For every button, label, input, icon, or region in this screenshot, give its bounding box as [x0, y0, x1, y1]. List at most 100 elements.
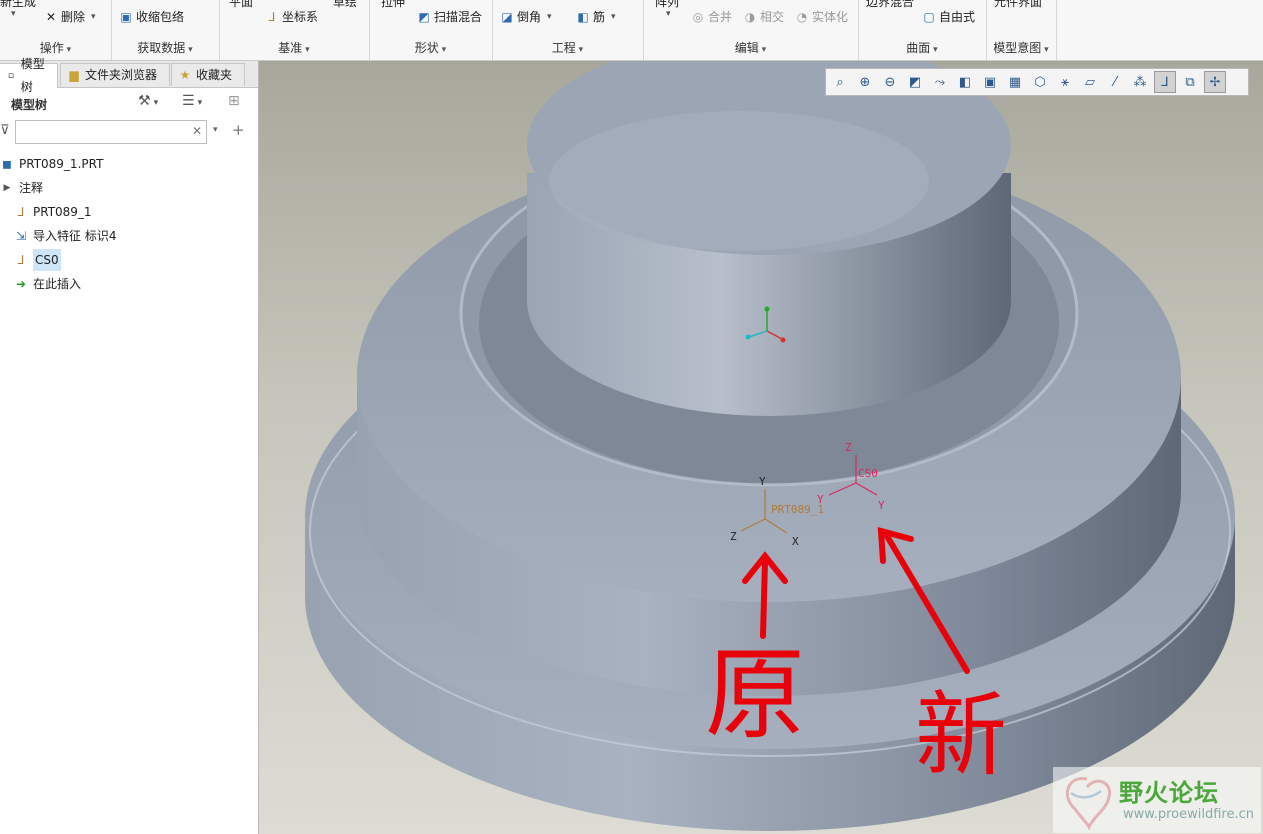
- group-datum: 平面 草绘 ⅃ 坐标系 基准: [219, 0, 370, 60]
- csys-display-icon[interactable]: ⅃: [1154, 71, 1176, 93]
- annotation-new: 新: [915, 682, 1007, 789]
- group-label-shapes[interactable]: 形状: [369, 39, 492, 56]
- point-display-icon[interactable]: ⁂: [1129, 71, 1151, 93]
- zoom-in-icon[interactable]: ⊕: [854, 71, 876, 93]
- tree-filter-input[interactable]: [15, 120, 207, 144]
- clear-filter-icon[interactable]: ✕: [192, 124, 202, 138]
- merge-button[interactable]: ◎ 合并: [691, 8, 732, 25]
- perspective-icon[interactable]: ⬡: [1029, 71, 1051, 93]
- merge-label: 合并: [708, 10, 733, 24]
- tab-favorites[interactable]: ★ 收藏夹: [171, 63, 245, 86]
- tree-node-csys-prt[interactable]: ⅃ PRT089_1: [14, 201, 92, 223]
- sweep-blend-label: 扫描混合: [434, 10, 483, 24]
- reorient-icon[interactable]: ⤳: [929, 71, 951, 93]
- tree-node-label: PRT089_1.PRT: [19, 157, 104, 171]
- filter-dropdown-icon[interactable]: ▾: [213, 125, 218, 135]
- expand-arrow-icon[interactable]: ▶: [0, 181, 14, 195]
- csys-new-x-label: Y: [817, 493, 824, 506]
- spin-center-icon[interactable]: ✢: [1204, 71, 1226, 93]
- sweep-blend-button[interactable]: ◩ 扫描混合: [417, 8, 482, 25]
- coordinate-system-label: 坐标系: [282, 10, 319, 24]
- tree-node-insert-here[interactable]: ➜ 在此插入: [14, 273, 81, 295]
- model-3d-view[interactable]: PRT089_1 Y X Z CS0 Z Y Y 原 新: [259, 61, 1263, 834]
- annotation-original: 原: [705, 636, 805, 753]
- import-feature-icon: ⇲: [15, 229, 27, 243]
- group-label-engineering[interactable]: 工程: [492, 39, 643, 56]
- group-operations: 新生成 ▾ ✕ 删除 ▾ 操作: [0, 0, 112, 60]
- tree-node-label: 在此插入: [33, 277, 82, 291]
- group-shapes: 拉伸 ◩ 扫描混合 形状: [369, 0, 493, 60]
- shrinkwrap-icon: ▣: [120, 9, 132, 24]
- merge-icon: ◎: [692, 9, 704, 24]
- zoom-out-icon[interactable]: ⊖: [879, 71, 901, 93]
- list-icon: ☰: [182, 93, 195, 109]
- tree-node-annotations[interactable]: ▶ 注释: [0, 177, 43, 199]
- tree-show-button[interactable]: ☰ ▾: [182, 93, 202, 109]
- sweep-blend-icon: ◩: [418, 9, 430, 24]
- pattern-dropdown[interactable]: ▾: [663, 9, 671, 19]
- csys-original-x-label: X: [792, 535, 799, 548]
- tab-folder-browser[interactable]: ▆ 文件夹浏览器: [60, 63, 170, 86]
- rib-icon: ◧: [577, 9, 589, 24]
- folder-icon: ▆: [69, 68, 79, 82]
- delete-button[interactable]: ✕ 删除 ▾: [44, 8, 96, 25]
- watermark-name: 野火论坛: [1119, 779, 1219, 807]
- saved-views-icon[interactable]: ▣: [979, 71, 1001, 93]
- repaint-icon[interactable]: ◩: [904, 71, 926, 93]
- chamfer-button[interactable]: ◪ 倒角 ▾: [500, 8, 551, 25]
- view-manager-icon[interactable]: ▦: [1004, 71, 1026, 93]
- solidify-button[interactable]: ◔ 实体化: [795, 8, 848, 25]
- tree-node-cs0[interactable]: ⅃ CS0: [14, 249, 61, 271]
- group-label-model-intent[interactable]: 模型意图: [986, 39, 1056, 56]
- tree-node-import-feature[interactable]: ⇲ 导入特征 标识4: [14, 225, 116, 247]
- tree-icon: ▫: [7, 71, 14, 81]
- tab-favorites-label: 收藏夹: [196, 67, 233, 82]
- coordinate-system-button[interactable]: ⅃ 坐标系: [265, 8, 318, 25]
- grid-icon: ⊞: [228, 93, 240, 109]
- group-label-operations[interactable]: 操作: [0, 39, 111, 56]
- tree-node-label: CS0: [33, 249, 61, 271]
- tree-node-part[interactable]: ◼ PRT089_1.PRT: [0, 153, 103, 175]
- csys-new-z-label: Z: [845, 441, 852, 454]
- display-style-icon[interactable]: ◧: [954, 71, 976, 93]
- plane-button[interactable]: 平面: [229, 0, 253, 10]
- tree-node-label: 注释: [19, 181, 44, 195]
- tree-header: 模型树 ⚒ ▾ ☰ ▾ ⊞: [0, 89, 258, 117]
- part-icon: ◼: [2, 157, 12, 171]
- panel-tabs: ▫ 模型树 ▆ 文件夹浏览器 ★ 收藏夹: [0, 57, 258, 94]
- datum-display-icon[interactable]: ⚹: [1054, 71, 1076, 93]
- watermark-logo-icon: [1065, 777, 1112, 831]
- group-label-editing[interactable]: 编辑: [643, 39, 858, 56]
- shrinkwrap-button[interactable]: ▣ 收缩包络: [119, 8, 184, 25]
- freestyle-button[interactable]: ▢ 自由式: [922, 8, 975, 25]
- rib-label: 筋: [593, 10, 606, 24]
- component-interface-button[interactable]: 元件界面: [994, 0, 1042, 10]
- tree-settings-button[interactable]: ⚒ ▾: [138, 93, 158, 109]
- add-filter-icon[interactable]: +: [232, 121, 245, 139]
- group-label-datum[interactable]: 基准: [219, 39, 369, 56]
- group-label-surfaces[interactable]: 曲面: [858, 39, 986, 56]
- rib-button[interactable]: ◧ 筋 ▾: [576, 8, 615, 25]
- plane-display-icon[interactable]: ▱: [1079, 71, 1101, 93]
- watermark-url: www.proewildfire.cn: [1123, 807, 1254, 822]
- annotation-display-icon[interactable]: ⧉: [1179, 71, 1201, 93]
- refit-icon[interactable]: ⌕: [829, 71, 851, 93]
- extrude-button[interactable]: 拉伸: [381, 0, 405, 10]
- tools-icon: ⚒: [138, 93, 151, 109]
- boundary-blend-button[interactable]: 边界混合: [866, 0, 914, 10]
- tree-filter-settings-button[interactable]: ⊞: [228, 93, 240, 109]
- regenerate-dropdown[interactable]: ▾: [8, 9, 16, 19]
- watermark: 野火论坛 www.proewildfire.cn: [1053, 767, 1261, 833]
- sketch-button[interactable]: 草绘: [333, 0, 357, 10]
- csys-new-y-label: Y: [878, 499, 885, 512]
- regenerate-button[interactable]: 新生成: [0, 0, 36, 10]
- freestyle-label: 自由式: [939, 10, 976, 24]
- tab-model-tree[interactable]: ▫ 模型树: [0, 57, 58, 94]
- group-label-get-data[interactable]: 获取数据: [111, 39, 219, 56]
- tree-filter: ⊽ ✕ ▾ +: [0, 119, 258, 149]
- graphics-viewport[interactable]: PRT089_1 Y X Z CS0 Z Y Y 原 新 ⌕ ⊕ ⊖ ◩ ⤳ ◧…: [259, 61, 1263, 834]
- intersect-button[interactable]: ◑ 相交: [743, 8, 784, 25]
- csys-icon: ⅃: [17, 253, 25, 267]
- axis-display-icon[interactable]: ⁄: [1104, 71, 1126, 93]
- tree-title: 模型树: [11, 98, 48, 112]
